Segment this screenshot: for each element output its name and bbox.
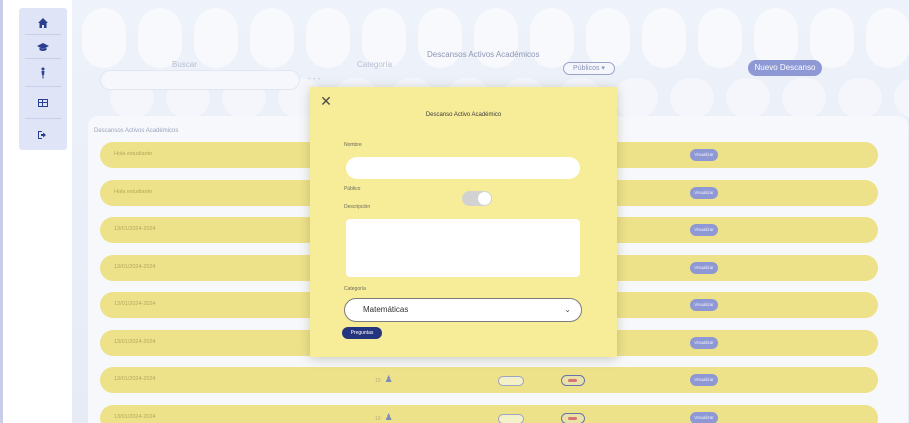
background-bubble xyxy=(698,8,742,68)
background-bubble xyxy=(418,8,462,68)
modal-dialog: ✕ Descanso Activo Académico Nombre Públi… xyxy=(310,87,617,357)
list-item-label: Hola estudiante xyxy=(114,151,153,157)
view-button[interactable]: Visualizar xyxy=(690,261,718,274)
sidebar xyxy=(0,0,72,423)
list-item-label: Hola estudiante xyxy=(114,188,153,195)
list-item-label: 13/01/2024-2024 xyxy=(114,226,156,232)
background-bubble xyxy=(194,8,238,68)
person-icon xyxy=(41,67,45,79)
background-bubble xyxy=(642,8,686,68)
background-bubble xyxy=(362,8,406,68)
background-bubble xyxy=(474,8,518,68)
list-item: 13/01/2024-2024 10 ♟ Visualizar xyxy=(100,367,878,393)
background-bubble xyxy=(810,8,854,68)
background-bubble xyxy=(726,78,770,118)
person-icon: 10 ♟ xyxy=(375,374,393,384)
page-title: Descansos Activos Académicos xyxy=(427,50,540,59)
status-pill[interactable] xyxy=(498,413,524,423)
close-icon[interactable]: ✕ xyxy=(318,93,334,109)
background-bubble xyxy=(782,78,826,118)
sidebar-divider xyxy=(25,118,61,119)
home-icon xyxy=(38,18,48,28)
view-button[interactable]: Visualizar xyxy=(690,149,718,161)
background-bubble xyxy=(138,8,182,68)
description-label: Descripción xyxy=(344,204,371,210)
view-button[interactable]: Visualizar xyxy=(690,299,718,311)
sidebar-item-home[interactable] xyxy=(19,12,67,34)
search-label: Buscar xyxy=(172,60,197,69)
list-item: 13/01/2024-2024 10 ♟ Visualizar xyxy=(100,404,878,423)
sidebar-strip xyxy=(0,0,3,423)
background-bubble xyxy=(614,78,658,118)
school-icon xyxy=(37,43,49,51)
view-button[interactable]: Visualizar xyxy=(690,186,718,199)
sidebar-item-logout[interactable] xyxy=(19,124,67,146)
view-button[interactable]: Visualizar xyxy=(690,336,718,349)
list-title: Descansos Activos Académicos xyxy=(94,128,179,134)
dashboard-icon xyxy=(38,99,48,107)
name-label: Nombre xyxy=(344,142,362,148)
background-bubble xyxy=(670,78,714,118)
view-button[interactable]: Visualizar xyxy=(690,411,718,423)
row-toggle[interactable] xyxy=(561,375,585,386)
public-toggle[interactable] xyxy=(462,191,492,206)
category-modal-label: Categoría xyxy=(344,286,366,292)
list-item-label: 13/01/2024-2024 xyxy=(114,376,156,382)
public-filter-button[interactable]: Públicos ▾ xyxy=(563,62,615,75)
participant-count: 10 xyxy=(375,378,381,384)
background-bubble xyxy=(250,8,294,68)
list-item-label: 13/01/2024-2024 xyxy=(114,413,156,420)
list-item-label: 13/01/2024-2024 xyxy=(114,301,156,307)
view-button[interactable]: Visualizar xyxy=(690,224,718,236)
sidebar-divider xyxy=(25,58,61,59)
sidebar-item-academic[interactable] xyxy=(19,36,67,58)
participant-count: 10 xyxy=(375,415,381,422)
person-icon: 10 ♟ xyxy=(375,411,393,422)
view-button[interactable]: Visualizar xyxy=(690,374,718,386)
description-field[interactable] xyxy=(346,219,580,277)
sidebar-divider xyxy=(25,34,61,35)
list-item-label: 13/01/2024-2024 xyxy=(114,263,156,270)
background-bubble xyxy=(82,8,126,68)
background-bubble xyxy=(754,8,798,68)
sidebar-item-person[interactable] xyxy=(19,62,67,84)
category-dropdown[interactable]: Matemáticas ⌄ xyxy=(344,298,582,322)
name-field[interactable] xyxy=(346,157,580,179)
status-pill[interactable] xyxy=(498,376,524,386)
background-bubble xyxy=(866,8,909,68)
sidebar-nav xyxy=(19,8,67,150)
list-item-label: 13/01/2024-2024 xyxy=(114,338,156,345)
modal-title: Descanso Activo Académico xyxy=(425,112,502,118)
public-label: Público xyxy=(344,186,361,192)
sidebar-item-dashboard[interactable] xyxy=(19,92,67,114)
background-bubble xyxy=(586,8,630,68)
background-bubble xyxy=(894,78,909,118)
background-bubble xyxy=(530,8,574,68)
search-input[interactable] xyxy=(100,70,300,90)
background-bubble xyxy=(306,8,350,68)
category-dropdown-value: Matemáticas xyxy=(363,305,409,314)
logout-icon xyxy=(38,131,46,139)
row-toggle[interactable] xyxy=(561,412,585,423)
chevron-down-icon: ⌄ xyxy=(564,305,571,314)
new-break-button[interactable]: Nuevo Descanso xyxy=(748,60,822,76)
questions-button[interactable]: Preguntas xyxy=(342,327,382,339)
sidebar-divider xyxy=(25,86,61,87)
category-label: Categoría xyxy=(357,60,393,69)
background-bubble xyxy=(838,78,882,118)
